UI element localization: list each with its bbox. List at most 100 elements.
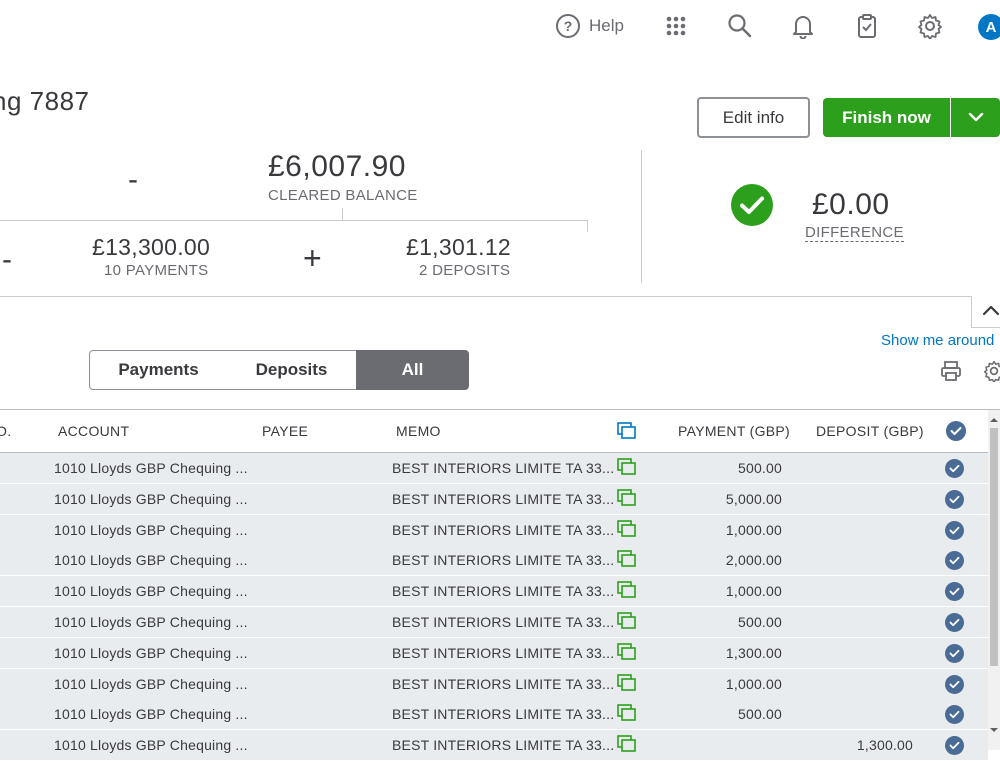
bell-icon[interactable] — [789, 12, 817, 40]
copy-icon[interactable] — [617, 704, 637, 727]
table-row[interactable]: 1010 Lloyds GBP Chequing ... BEST INTERIO… — [0, 545, 988, 577]
col-header-payee[interactable]: PAYEE — [262, 423, 308, 439]
cell-memo: BEST INTERIORS LIMITE TA 33... — [392, 706, 615, 723]
cell-account: 1010 Lloyds GBP Chequing ... — [54, 583, 248, 600]
cell-memo: BEST INTERIORS LIMITE TA 33... — [392, 675, 615, 692]
cell-payment: 1,000.00 — [725, 675, 782, 692]
search-icon[interactable] — [726, 12, 754, 40]
cell-account: 1010 Lloyds GBP Chequing ... — [54, 614, 248, 630]
table-row[interactable]: 1010 Lloyds GBP Chequing ... BEST INTERIO… — [0, 607, 988, 638]
apps-grid-icon[interactable] — [662, 12, 690, 40]
tab-deposits[interactable]: Deposits — [227, 350, 357, 390]
cleared-check-icon[interactable] — [945, 551, 964, 571]
payments-amount: £13,300.00 — [92, 234, 211, 260]
difference-amount: £0.00 — [812, 188, 890, 221]
table-row[interactable]: 1010 Lloyds GBP Chequing ... BEST INTERIO… — [0, 576, 988, 608]
table-row[interactable]: 1010 Lloyds GBP Chequing ... BEST INTERIO… — [0, 730, 988, 761]
avatar[interactable]: A — [978, 14, 1000, 40]
copy-icon[interactable] — [617, 458, 637, 481]
table-row[interactable]: 1010 Lloyds GBP Chequing ... BEST INTERIO… — [0, 483, 988, 515]
cleared-balance-caption: CLEARED BALANCE — [268, 187, 418, 204]
cleared-check-icon[interactable] — [945, 582, 964, 602]
check-circle-icon — [730, 183, 774, 232]
table-row[interactable]: 1010 Lloyds GBP Chequing ... BEST INTERIO… — [0, 514, 988, 546]
plus-sign: + — [303, 240, 322, 276]
tab-payments[interactable]: Payments — [89, 350, 228, 390]
cell-memo: BEST INTERIORS LIMITE TA 33... — [392, 614, 615, 630]
cell-account: 1010 Lloyds GBP Chequing ... — [54, 490, 248, 507]
summary-divider — [0, 220, 588, 221]
table-row[interactable]: 1010 Lloyds GBP Chequing ... BEST INTERIO… — [0, 637, 988, 669]
cleared-check-icon[interactable] — [945, 489, 964, 509]
cleared-check-icon[interactable] — [945, 520, 964, 540]
copy-icon[interactable] — [617, 581, 637, 604]
copy-icon[interactable] — [617, 612, 637, 635]
cell-account: 1010 Lloyds GBP Chequing ... — [54, 552, 248, 569]
table-top-border — [0, 409, 1000, 410]
deposits-amount: £1,301.12 — [406, 234, 512, 260]
gear-icon[interactable] — [916, 12, 944, 40]
scrollbar-thumb[interactable] — [990, 428, 998, 666]
scroll-down-arrow-icon[interactable] — [989, 722, 999, 732]
copy-icon[interactable] — [617, 673, 637, 697]
cell-payment: 500.00 — [737, 614, 782, 630]
page-title: ng 7887 — [0, 86, 90, 116]
col-header-deposit[interactable]: DEPOSIT (GBP) — [816, 423, 924, 439]
cell-payment: 2,000.00 — [725, 552, 782, 569]
table-row[interactable]: 1010 Lloyds GBP Chequing ... BEST INTERIO… — [0, 453, 988, 484]
cell-memo: BEST INTERIORS LIMITE TA 33... — [392, 737, 615, 754]
cell-memo: BEST INTERIORS LIMITE TA 33... — [392, 552, 615, 569]
chevron-down-icon — [968, 110, 984, 125]
cell-account: 1010 Lloyds GBP Chequing ... — [54, 521, 248, 538]
col-header-no[interactable]: O. — [0, 423, 11, 439]
summary-divider-tick — [342, 208, 343, 221]
table-row[interactable]: 1010 Lloyds GBP Chequing ... BEST INTERIO… — [0, 668, 988, 700]
copy-icon[interactable] — [617, 519, 637, 543]
col-header-memo[interactable]: MEMO — [396, 423, 441, 439]
cell-memo: BEST INTERIORS LIMITE TA 33... — [392, 583, 615, 600]
table-scrollbar[interactable] — [988, 410, 1000, 750]
cleared-check-icon[interactable] — [945, 674, 964, 694]
table-settings-gear-icon[interactable] — [983, 360, 1000, 387]
print-icon[interactable] — [940, 360, 962, 387]
collapse-summary-button[interactable] — [971, 296, 1000, 328]
col-header-payment[interactable]: PAYMENT (GBP) — [678, 423, 790, 439]
cell-account: 1010 Lloyds GBP Chequing ... — [54, 737, 248, 754]
cell-payment: 1,000.00 — [725, 521, 782, 538]
cell-memo: BEST INTERIORS LIMITE TA 33... — [392, 490, 615, 507]
cleared-check-icon[interactable] — [945, 736, 964, 756]
finish-now-button[interactable]: Finish now — [823, 98, 950, 137]
table-row[interactable]: 1010 Lloyds GBP Chequing ... BEST INTERIO… — [0, 699, 988, 731]
copy-icon[interactable] — [617, 488, 637, 512]
cleared-check-icon[interactable] — [945, 459, 964, 478]
help-label[interactable]: Help — [589, 16, 624, 36]
difference-caption[interactable]: DIFFERENCE — [805, 224, 904, 242]
col-header-account[interactable]: ACCOUNT — [58, 423, 129, 439]
copy-icon[interactable] — [617, 735, 637, 758]
copy-icon[interactable] — [617, 642, 637, 666]
select-all-check-icon[interactable] — [946, 421, 966, 441]
help-circle-icon[interactable]: ? — [554, 12, 582, 40]
cleared-balance-amount: £6,007.90 — [268, 150, 406, 183]
cleared-check-icon[interactable] — [945, 613, 964, 632]
cell-payment: 500.00 — [737, 460, 782, 476]
finish-dropdown-button[interactable] — [951, 98, 1000, 137]
copy-icon[interactable] — [617, 550, 637, 573]
clipboard-check-icon[interactable] — [853, 12, 881, 40]
cleared-check-icon[interactable] — [945, 643, 964, 663]
cell-memo: BEST INTERIORS LIMITE TA 33... — [392, 644, 615, 661]
tab-all[interactable]: All — [356, 350, 469, 390]
summary-divider-tick — [587, 220, 588, 232]
cleared-check-icon[interactable] — [945, 705, 964, 725]
cell-account: 1010 Lloyds GBP Chequing ... — [54, 644, 248, 661]
section-divider — [0, 296, 972, 297]
copy-column-icon[interactable] — [617, 422, 637, 445]
cell-account: 1010 Lloyds GBP Chequing ... — [54, 706, 248, 723]
show-me-around-link[interactable]: Show me around — [881, 332, 994, 349]
cell-payment: 1,300.00 — [725, 644, 782, 661]
cell-payment: 1,000.00 — [725, 583, 782, 600]
edit-info-button[interactable]: Edit info — [697, 97, 810, 138]
summary-vertical-divider — [641, 150, 642, 283]
scroll-up-arrow-icon[interactable] — [989, 412, 999, 422]
deposits-caption: 2 DEPOSITS — [419, 262, 511, 279]
